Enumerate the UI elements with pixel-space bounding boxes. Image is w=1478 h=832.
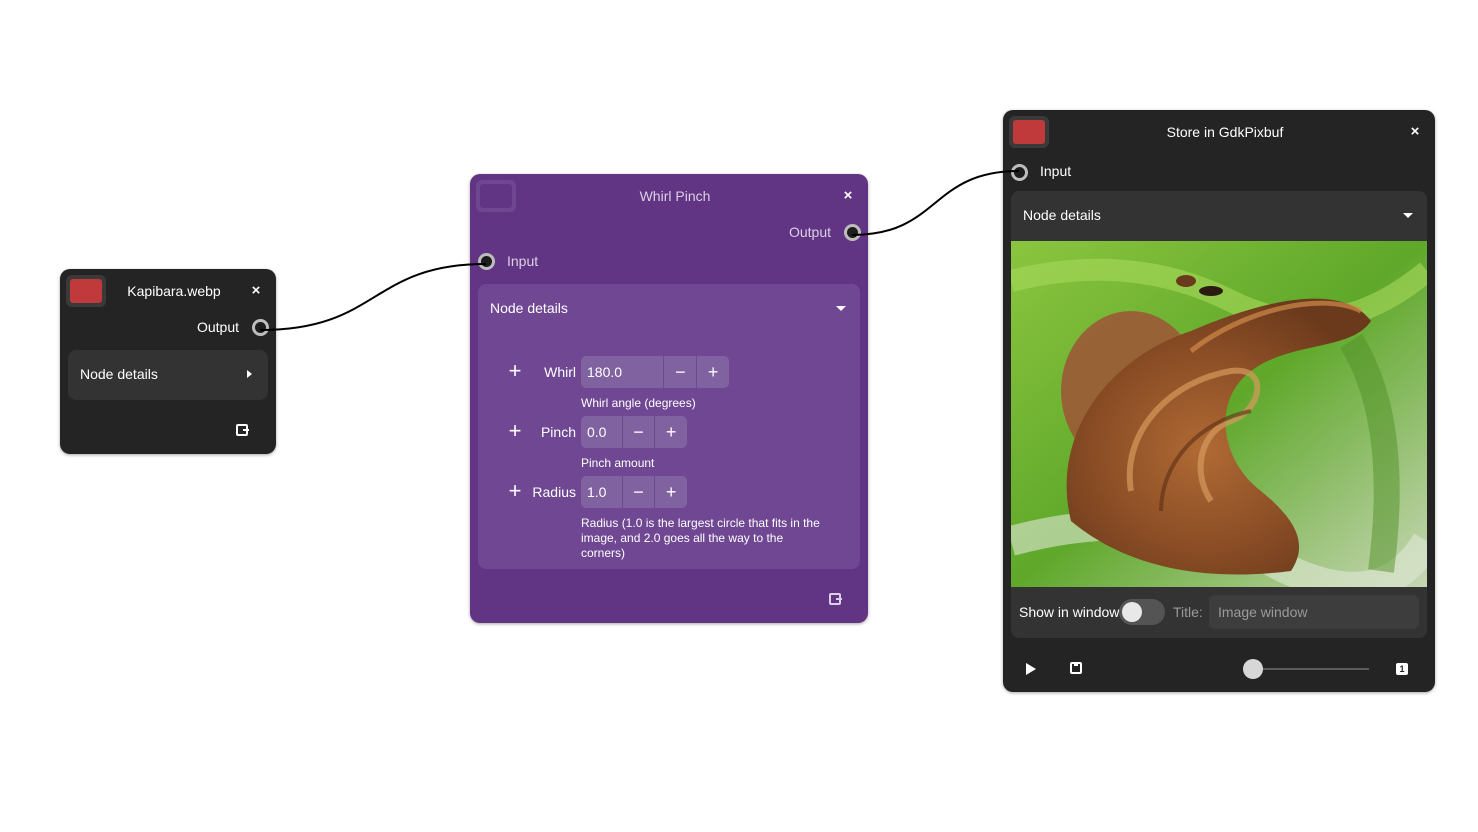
close-icon[interactable]: × bbox=[1405, 122, 1425, 142]
node-details-header[interactable]: Node details bbox=[68, 350, 268, 398]
increment-button[interactable]: + bbox=[654, 476, 687, 508]
node-store-gdkpixbuf[interactable]: Store in GdkPixbuf × Input Node details bbox=[1003, 110, 1435, 692]
param-radius: + Radius 1.0 − + bbox=[478, 476, 860, 510]
capybara-preview-image bbox=[1011, 241, 1427, 587]
caret-down-icon bbox=[836, 306, 846, 311]
input-port-row: Input bbox=[470, 247, 868, 276]
node-details-label: Node details bbox=[1023, 207, 1101, 223]
increment-button[interactable]: + bbox=[654, 416, 687, 448]
param-label: Radius bbox=[532, 484, 576, 500]
show-in-window-label: Show in window bbox=[1019, 604, 1120, 620]
decrement-button[interactable]: − bbox=[663, 356, 696, 388]
input-label: Input bbox=[1040, 163, 1072, 179]
node-details-header[interactable]: Node details bbox=[478, 284, 860, 332]
node-header[interactable]: Kapibara.webp × bbox=[60, 269, 276, 313]
pinch-spinbutton[interactable]: 0.0 − + bbox=[581, 416, 687, 448]
close-icon[interactable]: × bbox=[246, 281, 266, 301]
node-color-button[interactable] bbox=[1009, 116, 1049, 148]
node-details-header[interactable]: Node details bbox=[1011, 191, 1427, 239]
export-icon[interactable] bbox=[236, 424, 249, 436]
node-color-button[interactable] bbox=[66, 275, 106, 307]
title-label: Title: bbox=[1173, 604, 1203, 620]
input-label: Input bbox=[507, 253, 539, 269]
input-port[interactable] bbox=[478, 253, 495, 270]
output-label: Output bbox=[196, 319, 239, 335]
node-color-button[interactable] bbox=[476, 180, 516, 212]
output-port[interactable] bbox=[844, 224, 861, 241]
param-whirl: + Whirl 180.0 − + bbox=[478, 356, 860, 390]
node-details-expander[interactable]: Node details bbox=[68, 350, 268, 400]
output-port[interactable] bbox=[252, 319, 269, 336]
output-port-row: Output bbox=[470, 218, 868, 247]
node-details-label: Node details bbox=[490, 300, 568, 316]
add-param-radius-button[interactable]: + bbox=[505, 480, 525, 502]
param-pinch: + Pinch 0.0 − + bbox=[478, 416, 860, 450]
show-in-window-row: Show in window Title: Image window bbox=[1011, 587, 1427, 637]
node-kapibara[interactable]: Kapibara.webp × Output Node details bbox=[60, 269, 276, 454]
input-port[interactable] bbox=[1011, 164, 1028, 181]
pinch-value[interactable]: 0.0 bbox=[581, 416, 622, 448]
increment-button[interactable]: + bbox=[696, 356, 729, 388]
input-port-row: Input bbox=[1003, 154, 1435, 189]
play-icon[interactable] bbox=[1026, 663, 1036, 675]
save-icon[interactable] bbox=[1070, 662, 1082, 674]
whirl-spinbutton[interactable]: 180.0 − + bbox=[581, 356, 729, 388]
node-title: Kapibara.webp bbox=[127, 283, 221, 299]
one-to-one-icon[interactable]: 1 bbox=[1396, 663, 1408, 675]
whirl-description: Whirl angle (degrees) bbox=[581, 396, 696, 410]
node-header[interactable]: Store in GdkPixbuf × bbox=[1003, 110, 1435, 154]
export-icon[interactable] bbox=[829, 593, 842, 605]
caret-down-icon bbox=[1403, 213, 1413, 218]
show-in-window-toggle[interactable] bbox=[1119, 599, 1165, 625]
caret-right-icon bbox=[247, 370, 252, 378]
node-details-label: Node details bbox=[80, 366, 158, 382]
node-details-expander[interactable]: Node details + Whirl 180.0 − + Whirl ang… bbox=[478, 284, 860, 569]
output-label: Output bbox=[788, 224, 831, 240]
add-param-whirl-button[interactable]: + bbox=[505, 360, 525, 382]
image-preview bbox=[1011, 241, 1427, 587]
wire-kapibara-to-whirl bbox=[259, 263, 487, 331]
title-input[interactable]: Image window bbox=[1209, 595, 1419, 629]
add-param-pinch-button[interactable]: + bbox=[505, 420, 525, 442]
slider-knob[interactable] bbox=[1243, 659, 1263, 679]
decrement-button[interactable]: − bbox=[621, 416, 655, 448]
radius-spinbutton[interactable]: 1.0 − + bbox=[581, 476, 687, 508]
wire-whirl-to-store bbox=[851, 170, 1020, 236]
param-label: Pinch bbox=[540, 424, 576, 440]
whirl-value[interactable]: 180.0 bbox=[581, 356, 663, 388]
radius-value[interactable]: 1.0 bbox=[581, 476, 622, 508]
decrement-button[interactable]: − bbox=[621, 476, 655, 508]
close-icon[interactable]: × bbox=[838, 186, 858, 206]
output-port-row: Output bbox=[60, 313, 276, 342]
node-header[interactable]: Whirl Pinch × bbox=[470, 174, 868, 218]
radius-description: Radius (1.0 is the largest circle that f… bbox=[581, 516, 820, 560]
toggle-knob bbox=[1122, 602, 1142, 622]
param-label: Whirl bbox=[544, 364, 576, 380]
node-whirl-pinch[interactable]: Whirl Pinch × Output Input Node details … bbox=[470, 174, 868, 623]
pinch-description: Pinch amount bbox=[581, 456, 655, 470]
node-title: Whirl Pinch bbox=[639, 188, 711, 204]
node-title: Store in GdkPixbuf bbox=[1166, 124, 1284, 140]
